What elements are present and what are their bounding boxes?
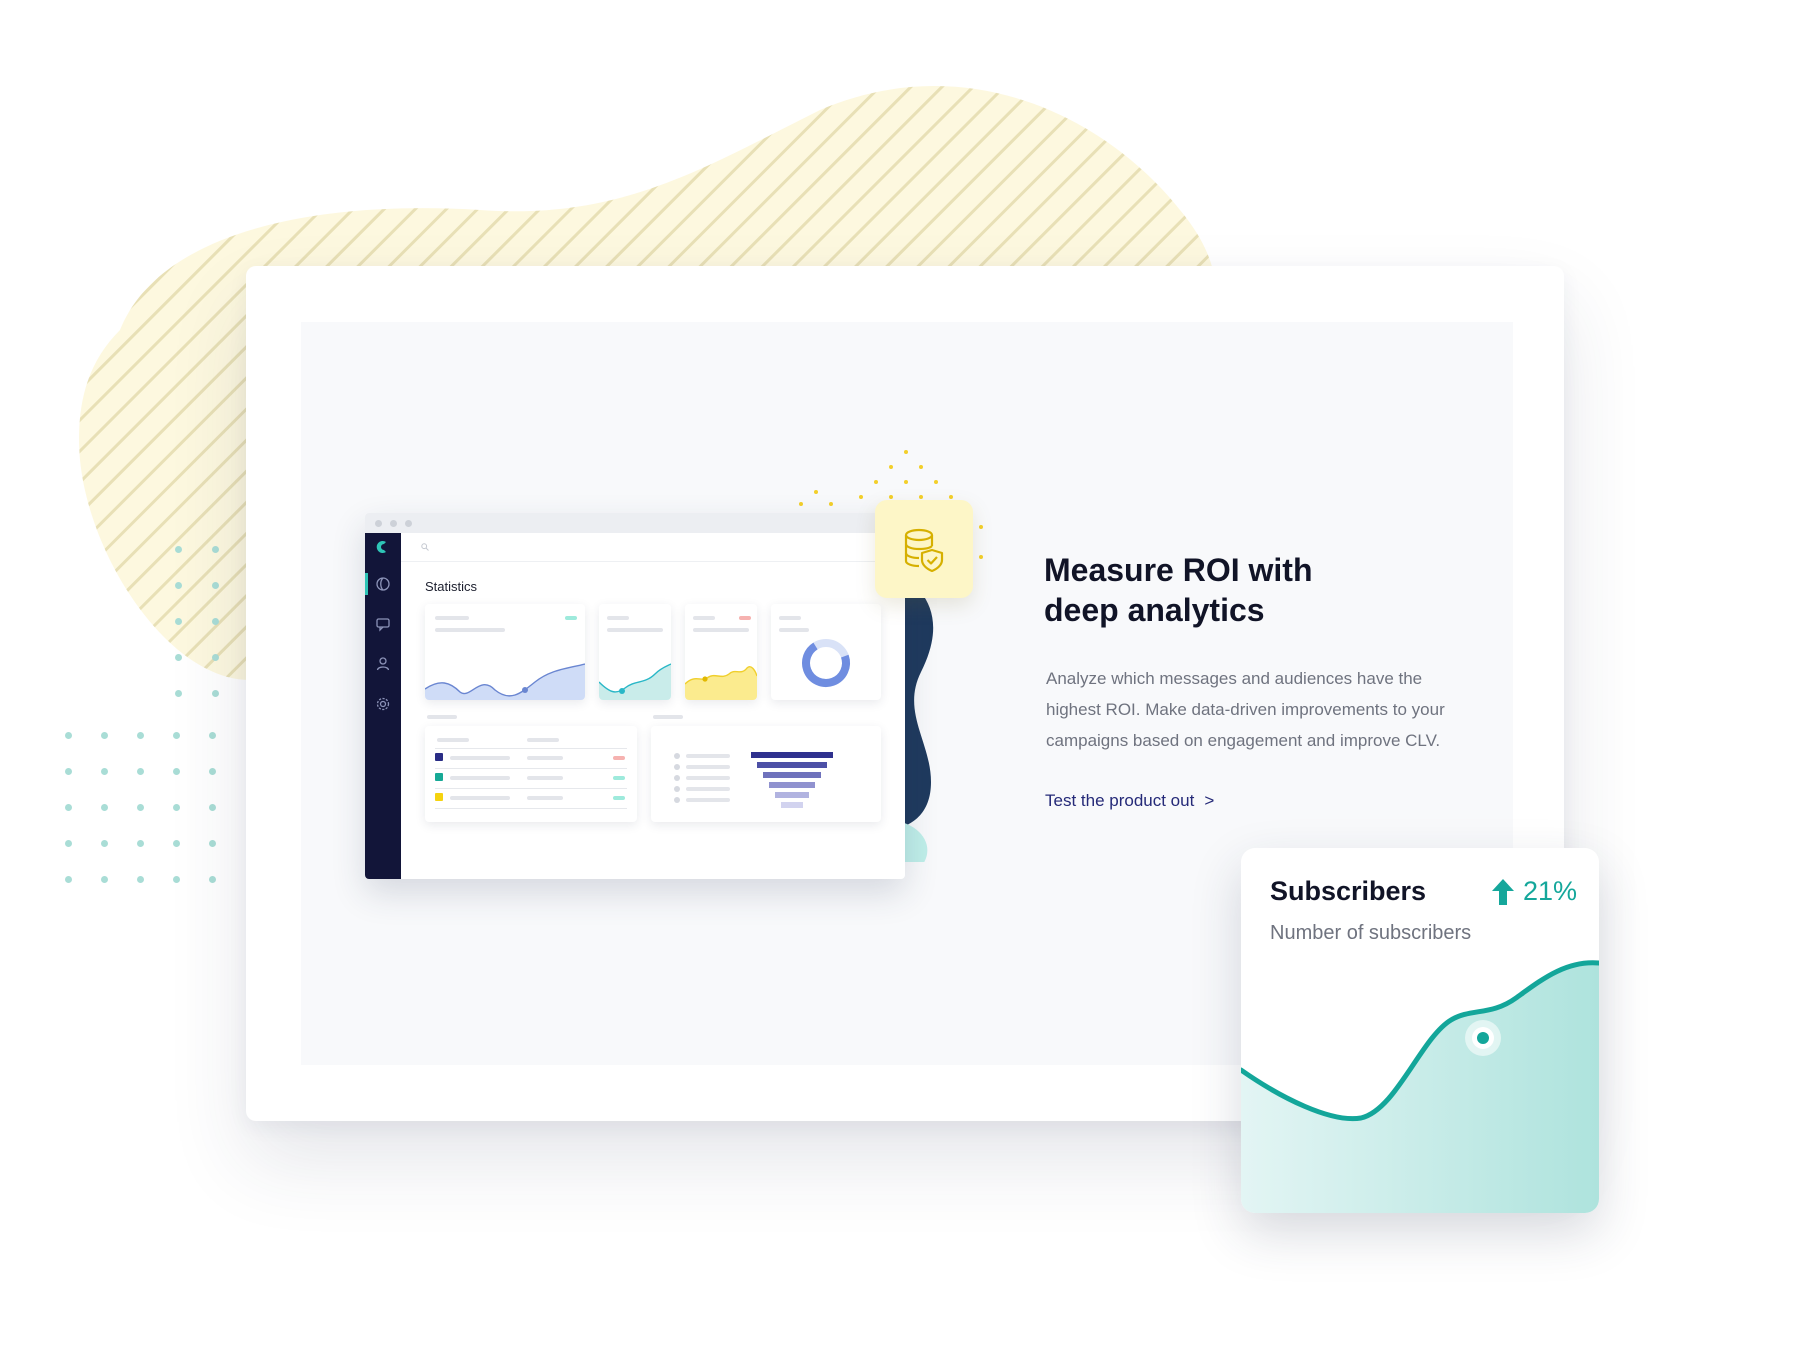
placeholder-bar [779,628,809,632]
statistics-title: Statistics [425,579,478,594]
table-row [450,796,510,800]
logo-icon [376,541,386,553]
divider [435,748,627,749]
table-card [425,726,637,822]
placeholder-bar [435,628,505,632]
app-sidebar [365,533,401,879]
feature-description: Analyze which messages and audiences hav… [1046,669,1445,750]
area-chart [685,666,757,700]
arrow-up-icon [1491,878,1514,905]
stat-card[interactable] [771,604,881,700]
trend-value: 21% [1522,876,1577,906]
placeholder-bar [527,756,563,760]
window-dot [405,520,412,527]
app-titlebar [365,513,905,533]
stat-card[interactable] [599,604,671,700]
placeholder-bar [607,616,629,620]
placeholder-bar [527,796,563,800]
subscribers-title: Subscribers [1270,876,1427,906]
funnel-card [651,726,881,822]
dot-grid-left [65,732,216,883]
placeholder-bar [427,715,457,719]
divider [435,808,627,809]
chat-icon[interactable] [375,616,391,632]
dot-grid-top [175,546,219,697]
legend-swatch [435,793,443,801]
trend-badge [565,616,577,620]
app-search-bar[interactable] [401,533,905,562]
stat-card[interactable] [425,604,585,700]
database-security-badge [875,500,973,598]
stat-card[interactable] [685,604,757,700]
legend-swatch [435,773,443,781]
subscribers-card[interactable]: Subscribers Number of subscribers 21% [1241,848,1599,1213]
placeholder-bar [693,616,715,620]
trend-badge [739,616,751,620]
placeholder-bar [437,738,469,742]
table-row [450,756,510,760]
test-product-link[interactable]: Test the product out > [1045,791,1214,811]
trend-badge [613,776,625,780]
search-icon [421,543,429,551]
database-shield-icon [904,528,944,572]
trend-badge [613,756,625,760]
active-indicator [365,573,368,595]
donut-chart [802,639,850,687]
placeholder-bar [693,628,749,632]
window-dot [375,520,382,527]
subscribers-trend: 21% [1491,876,1577,907]
app-preview-window: Statistics [365,513,905,879]
subscribers-subtitle: Number of subscribers [1270,922,1472,944]
legend-swatch [435,753,443,761]
area-chart [425,663,585,700]
cta-label: Test the product out [1045,791,1195,810]
chevron-right-icon: > [1204,791,1215,810]
placeholder-bar [527,738,559,742]
divider [435,768,627,769]
placeholder-bar [435,616,469,620]
user-icon[interactable] [375,656,391,672]
feature-headline: Measure ROI with deep analytics [1044,552,1313,628]
placeholder-bar [653,715,683,719]
globe-icon[interactable] [375,576,391,592]
trend-badge [613,796,625,800]
placeholder-bar [607,628,663,632]
funnel-chart [674,752,833,808]
table-row [450,776,510,780]
divider [435,788,627,789]
gear-icon[interactable] [375,696,391,712]
placeholder-bar [527,776,563,780]
window-dot [390,520,397,527]
placeholder-bar [779,616,801,620]
area-chart [599,663,671,700]
